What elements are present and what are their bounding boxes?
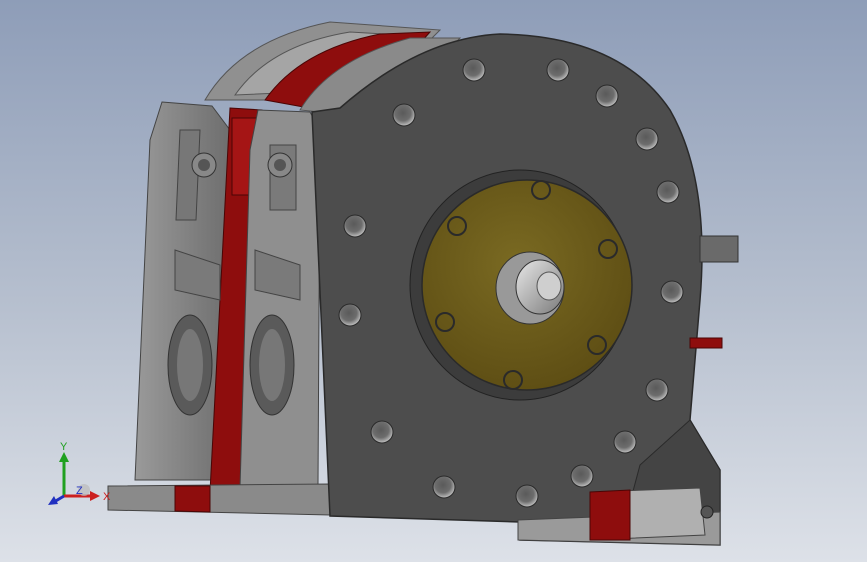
bolt-hole xyxy=(635,127,659,151)
bolt-hole xyxy=(370,420,394,444)
bolt-hole xyxy=(392,103,416,127)
bolt-hole xyxy=(656,180,680,204)
bolt-hole xyxy=(645,378,669,402)
central-shaft xyxy=(495,251,565,325)
bolt-hole xyxy=(432,475,456,499)
bolt-hole xyxy=(595,84,619,108)
z-axis-label: Z xyxy=(76,485,83,497)
side-plate-stack xyxy=(107,101,331,516)
y-axis-arrow xyxy=(59,452,69,462)
y-axis-label: Y xyxy=(60,441,68,453)
bolt-hole xyxy=(546,58,570,82)
x-axis-label: X xyxy=(103,491,111,503)
coordinate-triad: Y X Z xyxy=(48,441,111,505)
bolt-hole xyxy=(613,430,637,454)
3d-model-viewport[interactable]: Y X Z xyxy=(0,0,867,562)
bolt-hole xyxy=(570,464,594,488)
bolt-hole xyxy=(343,214,367,238)
rotary-engine-model[interactable] xyxy=(0,0,867,562)
bolt-hole xyxy=(462,58,486,82)
bolt-hole xyxy=(660,280,684,304)
x-axis-arrow xyxy=(90,491,100,501)
bolt-hole xyxy=(338,303,362,327)
bolt-hole xyxy=(515,484,539,508)
